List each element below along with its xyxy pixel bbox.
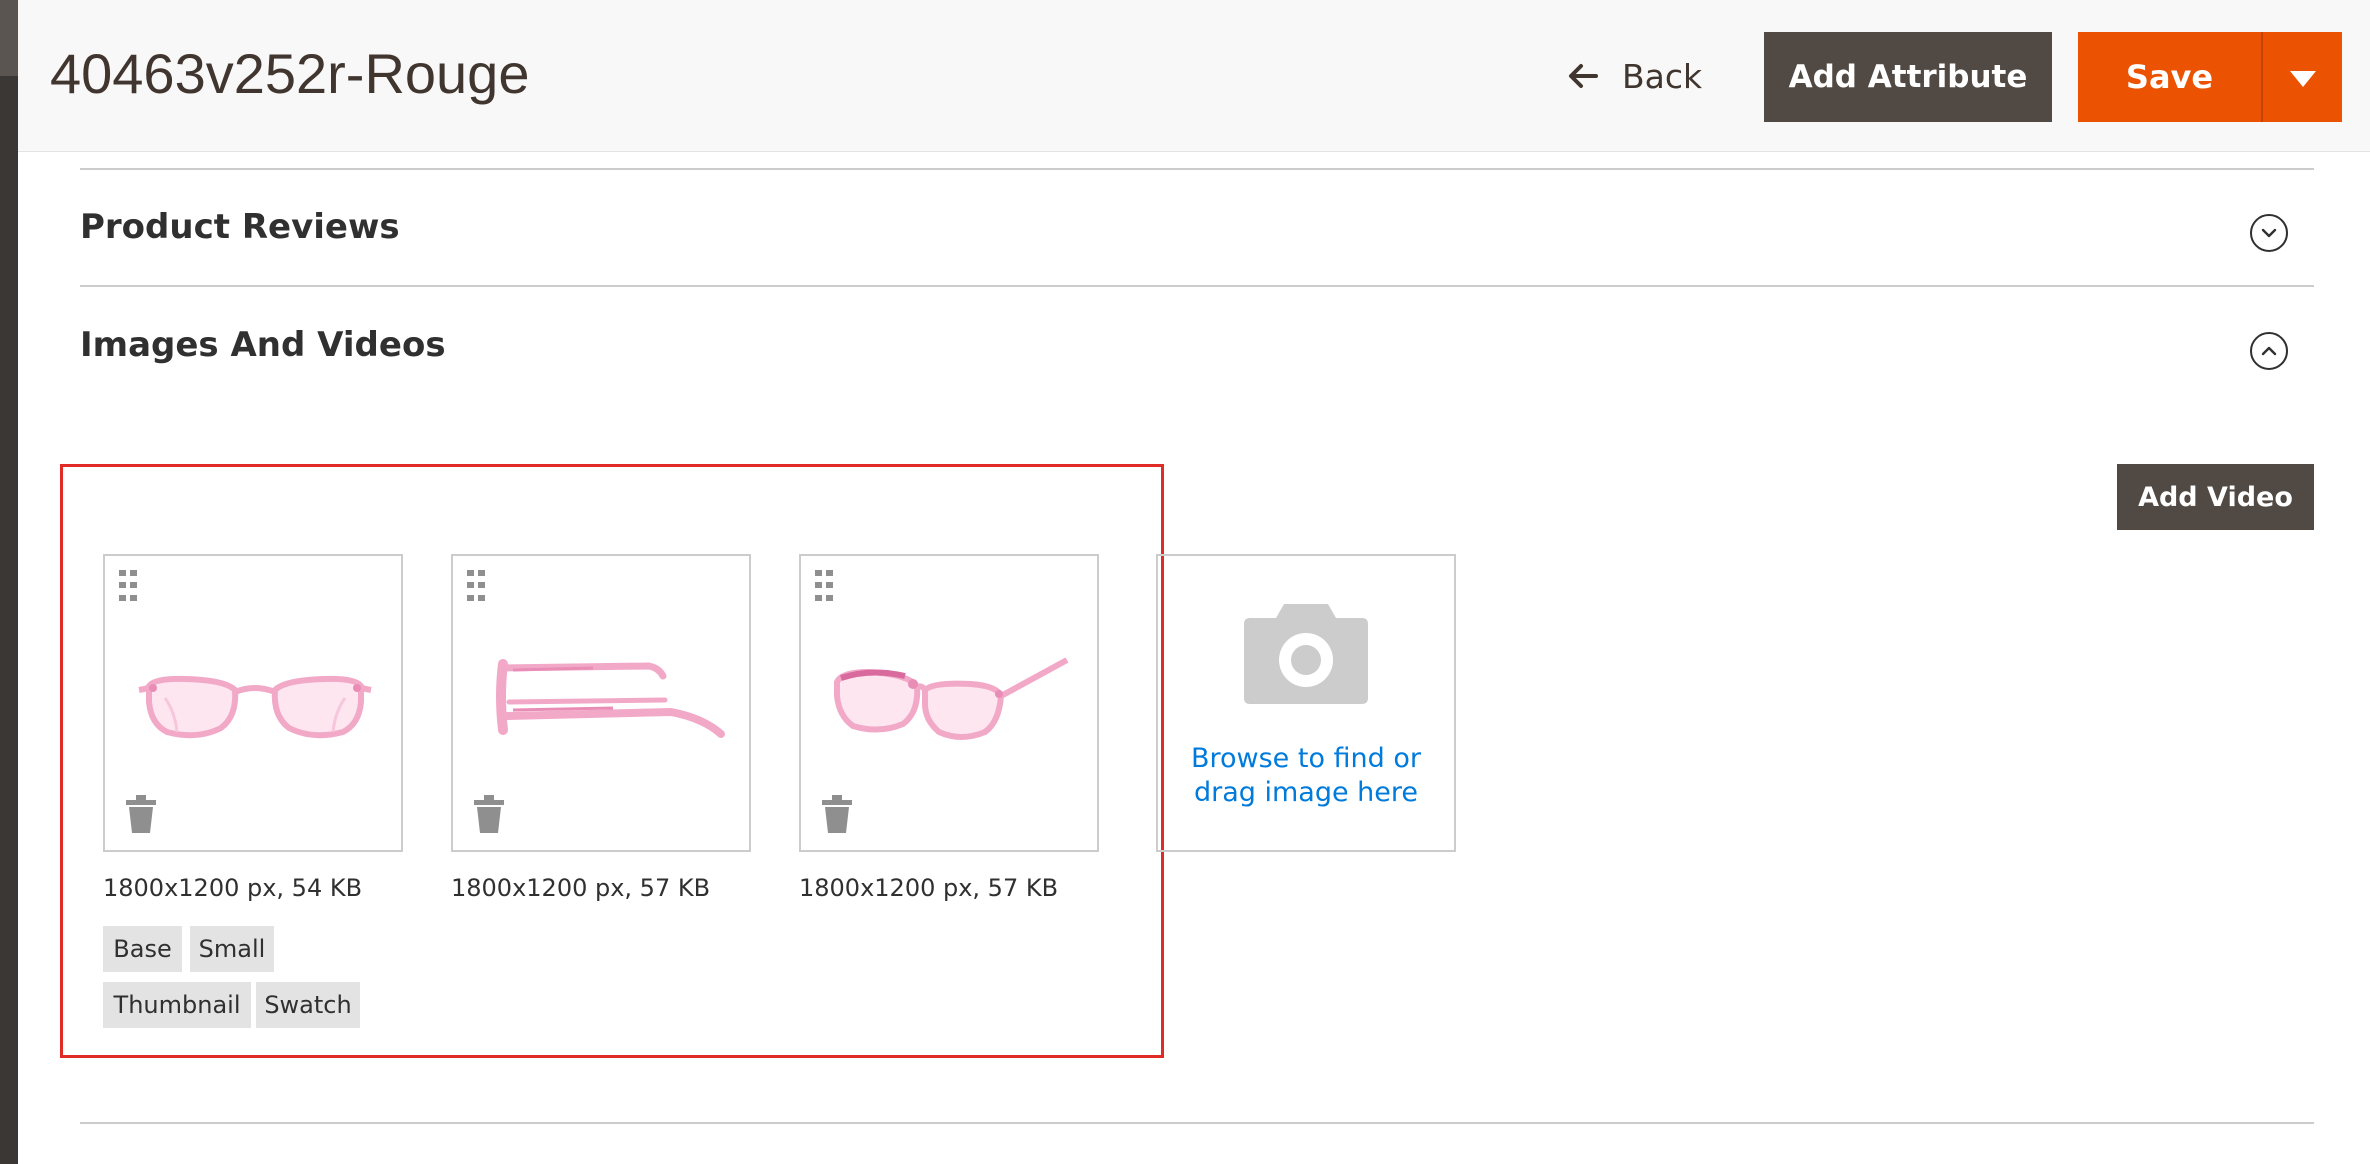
camera-icon <box>1244 604 1368 704</box>
image-meta: 1800x1200 px, 57 KB <box>451 874 711 902</box>
drag-handle-icon[interactable] <box>815 570 835 604</box>
role-badge-base: Base <box>103 926 182 972</box>
product-image-angled <box>834 657 1069 740</box>
divider <box>80 285 2314 287</box>
divider <box>80 1122 2314 1124</box>
trash-icon[interactable] <box>125 794 157 834</box>
product-image-item[interactable] <box>451 554 751 852</box>
save-button-group: Save <box>2078 32 2342 122</box>
sidebar-tab <box>0 0 18 76</box>
upload-text-line2: drag image here <box>1193 777 1419 808</box>
role-badge-small: Small <box>190 926 274 972</box>
drag-handle-icon[interactable] <box>119 570 139 604</box>
save-button[interactable]: Save <box>2078 32 2261 122</box>
product-image-item[interactable] <box>103 554 403 852</box>
images-and-videos-title[interactable]: Images And Videos <box>80 323 446 367</box>
divider <box>80 168 2314 170</box>
trash-icon[interactable] <box>473 794 505 834</box>
image-meta: 1800x1200 px, 57 KB <box>799 874 1059 902</box>
add-attribute-button[interactable]: Add Attribute <box>1764 32 2052 122</box>
chevron-down-icon[interactable] <box>2250 214 2288 252</box>
product-image-front <box>138 675 372 739</box>
add-video-button[interactable]: Add Video <box>2117 464 2314 530</box>
trash-icon[interactable] <box>821 794 853 834</box>
product-image-item[interactable] <box>799 554 1099 852</box>
chevron-up-icon[interactable] <box>2250 332 2288 370</box>
image-upload-dropzone[interactable]: Browse to find or drag image here <box>1156 554 1456 852</box>
page-header: 40463v252r-Rouge Back Add Attribute Save <box>18 0 2370 152</box>
save-options-toggle[interactable] <box>2261 32 2342 122</box>
product-image-side <box>496 659 725 738</box>
arrow-left-icon <box>1569 64 1598 88</box>
upload-text-line1: Browse to find or <box>1190 743 1422 774</box>
drag-handle-icon[interactable] <box>467 570 487 604</box>
image-meta: 1800x1200 px, 54 KB <box>103 874 363 902</box>
admin-sidebar-edge <box>0 0 18 1164</box>
back-button[interactable]: Back <box>1566 44 1702 108</box>
back-label: Back <box>1622 56 1703 96</box>
product-reviews-title[interactable]: Product Reviews <box>80 205 400 249</box>
upload-instructions[interactable]: Browse to find or drag image here <box>1158 742 1454 810</box>
page-title: 40463v252r-Rouge <box>50 42 530 105</box>
caret-down-icon <box>2289 71 2316 87</box>
role-badge-thumbnail: Thumbnail <box>103 982 251 1028</box>
role-badge-swatch: Swatch <box>256 982 360 1028</box>
